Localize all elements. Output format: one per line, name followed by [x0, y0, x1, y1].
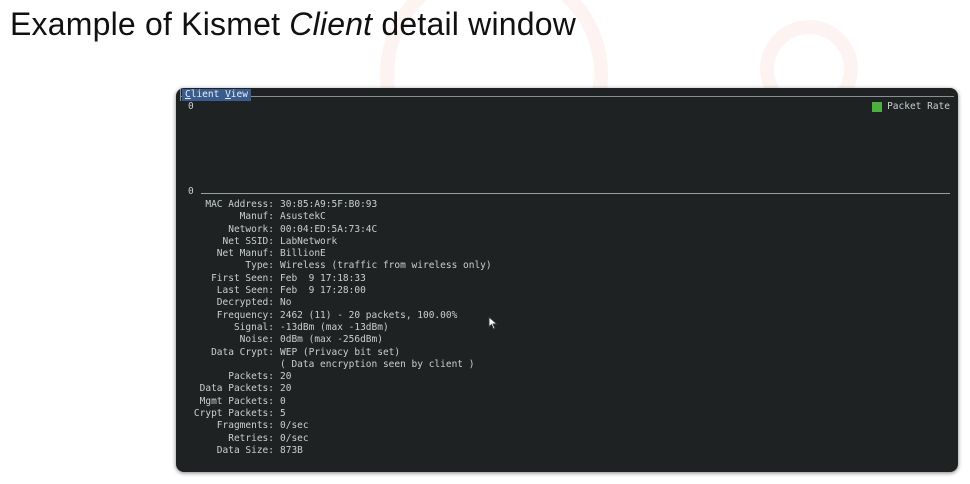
detail-label: Signal:	[233, 321, 274, 333]
detail-row: Manuf: AsustekC	[176, 211, 776, 223]
detail-row: Network: 00:04:ED:5A:73:4C	[176, 224, 776, 236]
detail-value: 0/sec	[280, 420, 309, 432]
detail-value: ( Data encryption seen by client )	[280, 358, 475, 370]
detail-value: LabNetwork	[280, 235, 338, 247]
detail-label: Network:	[228, 223, 274, 235]
detail-value: 2462 (11) - 20 packets, 100.00%	[280, 309, 458, 321]
title-part: lient	[190, 89, 226, 100]
legend-label: Packet Rate	[887, 101, 950, 112]
title-part-rest: iew	[230, 89, 248, 100]
graph-legend: Packet Rate	[872, 101, 950, 112]
detail-label: Manuf:	[239, 211, 274, 223]
detail-label: Crypt Packets:	[193, 408, 274, 420]
detail-label: Packets:	[228, 371, 274, 383]
slide-title-italic: Client	[289, 6, 373, 42]
detail-value: -13dBm (max -13dBm)	[280, 321, 389, 333]
detail-row: First Seen: Feb 9 17:18:33	[176, 273, 776, 285]
detail-value: 30:85:A9:5F:B0:93	[280, 199, 378, 210]
window-left-border	[180, 89, 181, 101]
detail-value: BillionE	[280, 248, 326, 260]
mouse-pointer-icon	[488, 316, 499, 330]
detail-label: Type:	[245, 260, 274, 272]
detail-label: Data Packets:	[199, 383, 274, 395]
legend-swatch	[872, 101, 883, 112]
detail-row: Decrypted: No	[176, 297, 776, 309]
slide-title: Example of Kismet Client detail window	[10, 6, 576, 43]
detail-label: Net Manuf:	[216, 248, 274, 260]
detail-label: Noise:	[239, 334, 274, 346]
detail-row: Crypt Packets: 5	[176, 408, 776, 420]
detail-label: Data Size:	[216, 444, 274, 456]
detail-value: 873B	[280, 444, 303, 456]
detail-row: Frequency: 2462 (11) - 20 packets, 100.00…	[176, 310, 776, 322]
detail-row: Signal: -13dBm (max -13dBm)	[176, 322, 776, 334]
detail-value: 20	[280, 383, 292, 395]
graph-min-label: 0	[188, 186, 194, 197]
detail-value: 0dBm (max -256dBm)	[280, 334, 383, 346]
detail-label: Retries:	[228, 432, 274, 444]
detail-label: Decrypted:	[216, 297, 274, 309]
detail-row: Data Crypt: WEP (Privacy bit set)	[176, 347, 776, 359]
detail-label: Mgmt Packets:	[199, 395, 274, 407]
detail-row: Packets: 20	[176, 371, 776, 383]
graph-max-label: 0	[188, 101, 194, 112]
detail-row: Mgmt Packets: 0	[176, 396, 776, 408]
detail-value: No	[280, 297, 292, 309]
detail-label: Fragments:	[216, 420, 274, 432]
detail-row: Type: Wireless (traffic from wireless onl…	[176, 260, 776, 272]
detail-label: First Seen:	[211, 272, 274, 284]
detail-value: 20	[280, 371, 292, 383]
client-details: MAC Address: 30:85:A9:5F:B0:93 Manuf: Asust…	[176, 199, 776, 457]
detail-label: Last Seen:	[216, 285, 274, 297]
detail-label: MAC Address:	[205, 199, 274, 210]
detail-value: 0/sec	[280, 432, 309, 444]
detail-row: Net SSID: LabNetwork	[176, 236, 776, 248]
detail-value: Feb 9 17:28:00	[280, 285, 366, 297]
detail-value: Feb 9 17:18:33	[280, 272, 366, 284]
detail-value: WEP (Privacy bit set)	[280, 346, 401, 358]
detail-row: MAC Address: 30:85:A9:5F:B0:93	[176, 199, 776, 211]
window-top-border	[180, 96, 954, 97]
detail-value: Wireless (traffic from wireless only)	[280, 260, 492, 272]
detail-row: Fragments: 0/sec	[176, 420, 776, 432]
kismet-client-window: Client View 0 Packet Rate 0 MAC Address:…	[176, 88, 958, 472]
detail-label: Data Crypt:	[211, 346, 274, 358]
slide-title-prefix: Example of Kismet	[10, 6, 290, 42]
detail-row: Retries: 0/sec	[176, 433, 776, 445]
detail-value: 0	[280, 395, 286, 407]
detail-row: Last Seen: Feb 9 17:28:00	[176, 285, 776, 297]
detail-row: Noise: 0dBm (max -256dBm)	[176, 334, 776, 346]
detail-label: Frequency:	[216, 309, 274, 321]
slide-title-suffix: detail window	[372, 6, 577, 42]
detail-row: Data Packets: 20	[176, 383, 776, 395]
detail-value: 5	[280, 408, 286, 420]
detail-row: Net Manuf: BillionE	[176, 248, 776, 260]
detail-value: AsustekC	[280, 211, 326, 223]
graph-axis	[201, 193, 950, 194]
detail-row: ( Data encryption seen by client )	[176, 359, 776, 371]
detail-row: Data Size: 873B	[176, 445, 776, 457]
detail-label	[176, 359, 274, 371]
detail-value: 00:04:ED:5A:73:4C	[280, 223, 378, 235]
detail-label: Net SSID:	[222, 235, 274, 247]
window-title-tab[interactable]: Client View	[182, 89, 251, 101]
